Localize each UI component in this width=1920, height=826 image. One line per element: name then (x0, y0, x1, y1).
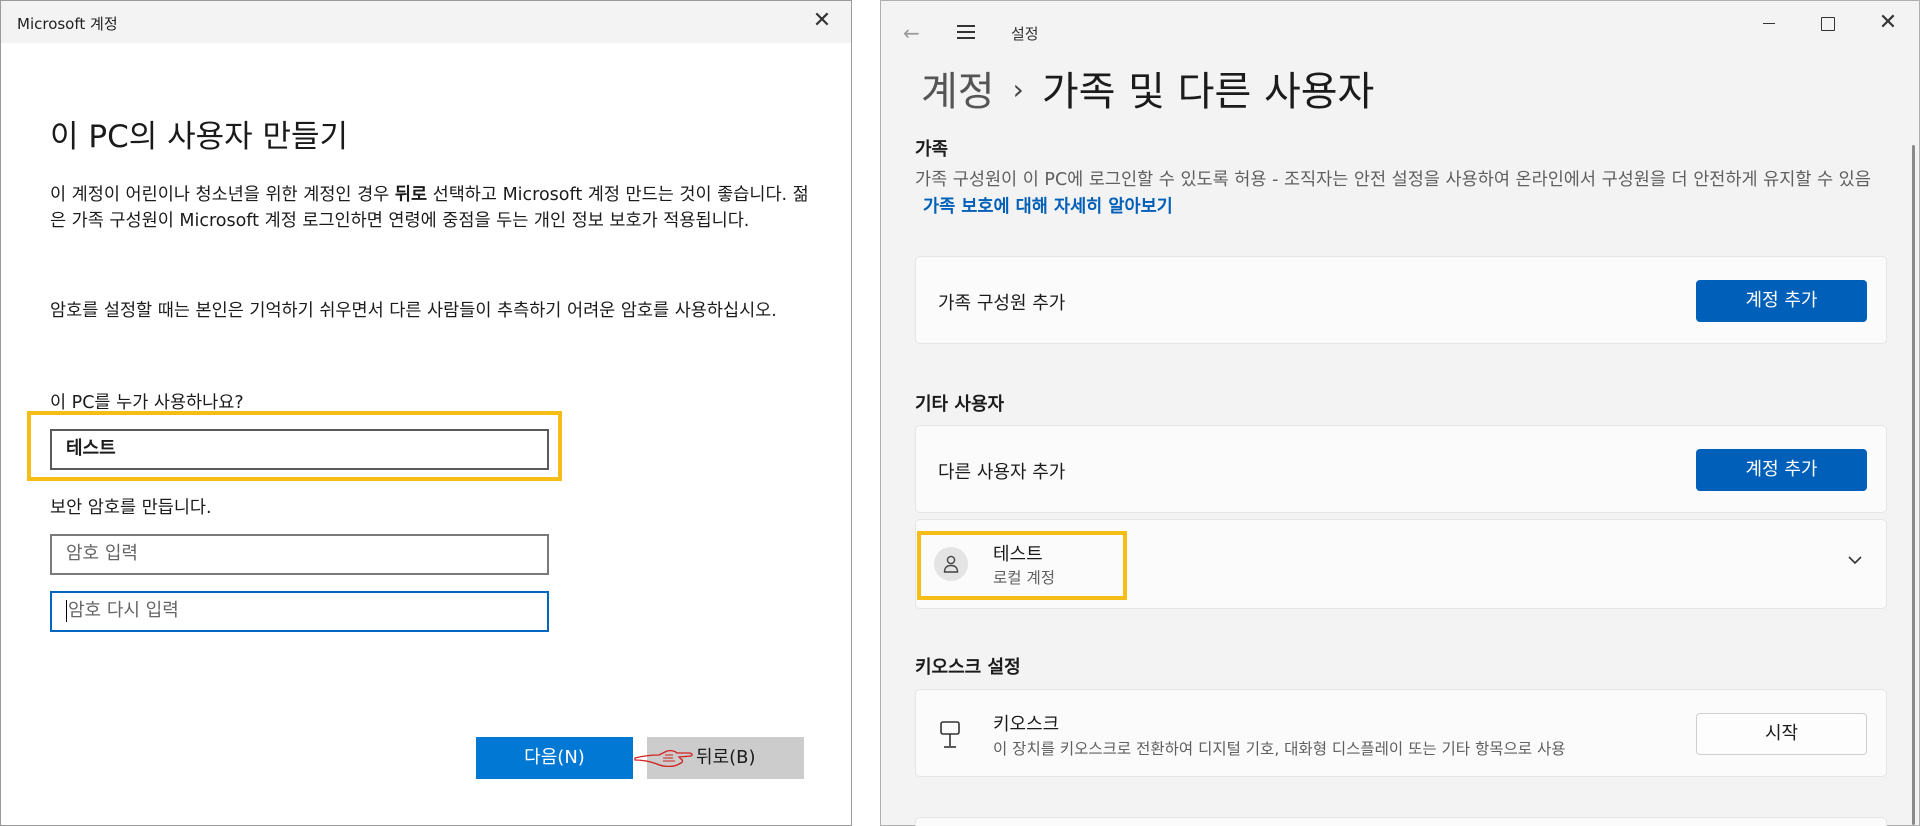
back-button[interactable]: 뒤로(B) (634, 737, 804, 779)
dialog-titlebar: Microsoft 계정 ✕ (1, 1, 851, 43)
minimize-icon[interactable] (1754, 11, 1784, 37)
other-users-section-title: 기타 사용자 (915, 394, 1005, 415)
password-advice: 암호를 설정할 때는 본인은 기억하기 쉬우면서 다른 사람들이 추측하기 어려… (50, 301, 777, 321)
user-account-highlight (917, 531, 1127, 600)
app-title: 설정 (1011, 25, 1039, 43)
child-account-info: 이 계정이 어린이나 청소년을 위한 계정인 경우 뒤로 선택하고 Micros… (50, 182, 810, 234)
maximize-icon[interactable] (1813, 11, 1843, 37)
close-icon[interactable]: ✕ (809, 9, 835, 35)
child-info-text-a: 이 계정이 어린이나 청소년을 위한 계정인 경우 (50, 185, 395, 205)
kiosk-name: 키오스크 (993, 714, 1060, 735)
back-button-label: 뒤로(B) (696, 747, 756, 768)
next-card-edge (915, 817, 1887, 826)
scrollbar[interactable] (1912, 145, 1915, 825)
family-section-title: 가족 (915, 139, 949, 160)
child-info-back-word: 뒤로 (394, 185, 428, 205)
password-placeholder: 암호 입력 (66, 543, 138, 564)
dialog-heading: 이 PC의 사용자 만들기 (50, 119, 349, 155)
create-user-dialog: Microsoft 계정 ✕ 이 PC의 사용자 만들기 이 계정이 어린이나 … (0, 0, 852, 826)
username-input[interactable]: 테스트 (50, 429, 549, 470)
text-caret (66, 600, 67, 622)
family-learn-more-link[interactable]: 가족 보호에 대해 자세히 알아보기 (923, 197, 1173, 217)
pointing-hand-icon (634, 749, 693, 768)
next-button[interactable]: 다음(N) (476, 737, 633, 779)
kiosk-description: 이 장치를 키오스크로 전환하여 디지털 기호, 대화형 디스플레이 또는 기타… (993, 740, 1566, 758)
hamburger-menu-icon[interactable] (957, 25, 975, 39)
page-title: 가족 및 다른 사용자 (1041, 69, 1375, 115)
dialog-title: Microsoft 계정 (17, 15, 118, 33)
close-icon[interactable]: ✕ (1873, 11, 1903, 37)
family-description: 가족 구성원이 이 PC에 로그인할 수 있도록 허용 - 조직자는 안전 설정… (915, 167, 1875, 221)
breadcrumb-parent[interactable]: 계정 (921, 69, 995, 115)
back-arrow-icon[interactable]: ← (903, 21, 920, 45)
add-family-member-label: 가족 구성원 추가 (938, 293, 1066, 314)
password-label: 보안 암호를 만듭니다. (50, 498, 212, 518)
add-family-member-card: 가족 구성원 추가 계정 추가 (915, 256, 1887, 344)
kiosk-start-button[interactable]: 시작 (1696, 713, 1867, 755)
family-description-text: 가족 구성원이 이 PC에 로그인할 수 있도록 허용 - 조직자는 안전 설정… (915, 170, 1871, 190)
chevron-right-icon: › (1012, 73, 1024, 106)
add-other-account-button[interactable]: 계정 추가 (1696, 449, 1867, 491)
password-confirm-input[interactable]: 암호 다시 입력 (50, 591, 549, 632)
chevron-down-icon[interactable] (1846, 554, 1864, 566)
password-confirm-placeholder: 암호 다시 입력 (68, 600, 179, 621)
kiosk-card: 키오스크 이 장치를 키오스크로 전환하여 디지털 기호, 대화형 디스플레이 … (915, 689, 1887, 777)
settings-window: ← 설정 ✕ 계정 › 가족 및 다른 사용자 가족 가족 구성원이 이 PC에 로… (880, 0, 1920, 826)
kiosk-icon (940, 721, 960, 748)
password-input[interactable]: 암호 입력 (50, 534, 549, 575)
add-family-account-button[interactable]: 계정 추가 (1696, 280, 1867, 322)
add-other-user-label: 다른 사용자 추가 (938, 462, 1066, 483)
add-other-user-card: 다른 사용자 추가 계정 추가 (915, 425, 1887, 513)
kiosk-section-title: 키오스크 설정 (915, 657, 1021, 678)
breadcrumb: 계정 › 가족 및 다른 사용자 (921, 59, 1374, 117)
